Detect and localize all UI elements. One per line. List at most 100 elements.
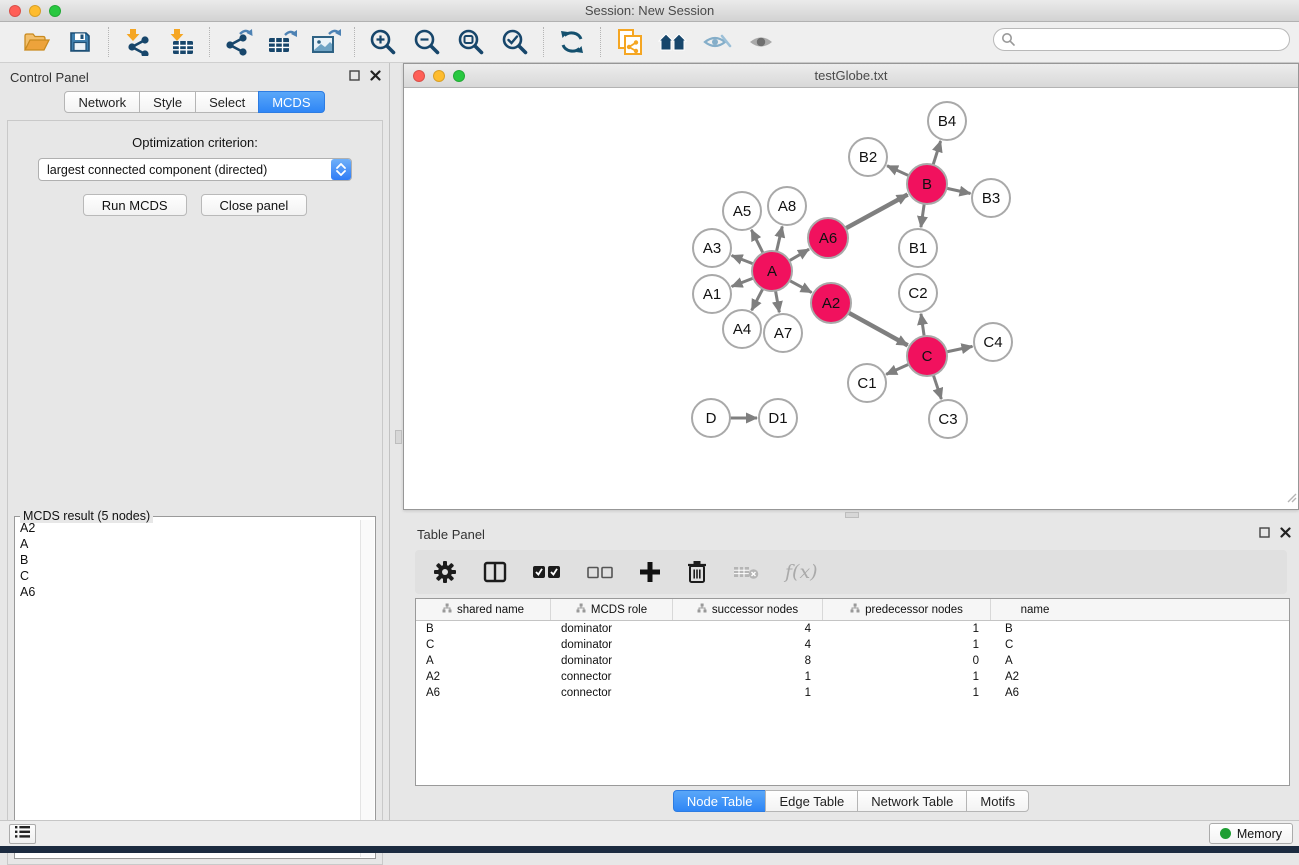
network-zoom-button[interactable] [453,70,465,82]
edge-A-A8[interactable] [776,226,782,251]
tab-network[interactable]: Network [64,91,140,113]
table-row[interactable]: Cdominator41C [416,637,1289,653]
tab-motifs[interactable]: Motifs [966,790,1029,812]
open-folder-icon[interactable] [21,27,51,57]
search-input[interactable] [993,28,1290,51]
edge-B-B4[interactable] [933,141,941,165]
mcds-result-item[interactable]: C [16,568,360,584]
close-panel-button[interactable]: Close panel [201,194,308,216]
close-panel-icon[interactable] [370,70,381,81]
zoom-window-button[interactable] [49,5,61,17]
hide-eye-icon[interactable] [702,27,732,57]
close-table-panel-icon[interactable] [1280,527,1291,538]
edge-C-C3[interactable] [933,375,941,399]
tab-edge-table[interactable]: Edge Table [765,790,858,812]
mcds-result-item[interactable]: A [16,536,360,552]
edge-A-A3[interactable] [732,256,754,264]
split-view-icon[interactable] [483,561,507,583]
edge-A6-B[interactable] [846,195,908,229]
edge-B-B3[interactable] [947,188,971,193]
edge-A-A2[interactable] [790,281,812,293]
column-header-MCDS-role[interactable]: MCDS role [551,599,673,620]
settings-gear-icon[interactable] [433,560,457,584]
node-B[interactable]: B [907,164,947,204]
criterion-dropdown[interactable]: largest connected component (directed) [38,158,352,181]
tab-mcds[interactable]: MCDS [258,91,324,113]
network-from-file-icon[interactable] [614,27,644,57]
tab-network-table[interactable]: Network Table [857,790,967,812]
run-mcds-button[interactable]: Run MCDS [83,194,187,216]
network-window-titlebar[interactable]: testGlobe.txt [404,64,1298,88]
import-network-icon[interactable] [122,27,152,57]
node-A6[interactable]: A6 [808,218,848,258]
column-header-name[interactable]: name [991,599,1079,620]
node-D[interactable]: D [692,399,730,437]
result-scrollbar[interactable] [360,520,374,857]
node-A3[interactable]: A3 [693,229,731,267]
edge-C-C4[interactable] [947,346,973,351]
node-B2[interactable]: B2 [849,138,887,176]
table-row[interactable]: Bdominator41B [416,621,1289,637]
node-A8[interactable]: A8 [768,187,806,225]
export-image-icon[interactable] [311,27,341,57]
home-icon[interactable] [658,27,688,57]
network-canvas[interactable]: AA1A3A5A8A4A7A6A2BB2B4B3B1CC2C4C1C3DD1 [404,88,1298,509]
memory-button[interactable]: Memory [1209,823,1293,844]
node-A[interactable]: A [752,251,792,291]
tab-select[interactable]: Select [195,91,259,113]
mcds-result-item[interactable]: A6 [16,584,360,600]
edge-B-B2[interactable] [887,166,909,176]
edge-A2-C[interactable] [849,313,908,346]
zoom-selected-icon[interactable] [500,27,530,57]
node-D1[interactable]: D1 [759,399,797,437]
resize-grip-icon[interactable] [1286,490,1297,508]
delete-column-icon[interactable] [687,560,707,584]
task-history-button[interactable] [9,824,36,844]
node-B3[interactable]: B3 [972,179,1010,217]
table-row[interactable]: Adominator80A [416,653,1289,669]
import-table-icon[interactable] [166,27,196,57]
network-minimize-button[interactable] [433,70,445,82]
node-C[interactable]: C [907,336,947,376]
add-column-icon[interactable] [639,561,661,583]
node-B4[interactable]: B4 [928,102,966,140]
column-header-predecessor-nodes[interactable]: predecessor nodes [823,599,991,620]
refresh-layout-icon[interactable] [557,27,587,57]
edge-B-B1[interactable] [921,204,924,227]
save-floppy-icon[interactable] [65,27,95,57]
column-header-shared-name[interactable]: shared name [416,599,551,620]
table-row[interactable]: A2connector11A2 [416,669,1289,685]
node-A7[interactable]: A7 [764,314,802,352]
zoom-fit-icon[interactable] [456,27,486,57]
edge-A-A6[interactable] [789,249,809,261]
show-eye-icon[interactable] [746,27,776,57]
float-panel-icon[interactable] [349,70,360,81]
mcds-result-item[interactable]: A2 [16,520,360,536]
float-table-panel-icon[interactable] [1259,527,1270,538]
node-B1[interactable]: B1 [899,229,937,267]
mcds-result-item[interactable]: B [16,552,360,568]
minimize-window-button[interactable] [29,5,41,17]
export-table-icon[interactable] [267,27,297,57]
edge-A-A4[interactable] [752,289,763,311]
column-header-successor-nodes[interactable]: successor nodes [673,599,823,620]
zoom-in-icon[interactable] [368,27,398,57]
node-A4[interactable]: A4 [723,310,761,348]
node-C1[interactable]: C1 [848,364,886,402]
node-C2[interactable]: C2 [899,274,937,312]
edge-A-A7[interactable] [775,291,779,313]
deselect-all-icon[interactable] [587,566,613,579]
node-A2[interactable]: A2 [811,283,851,323]
edge-C-C1[interactable] [886,364,909,374]
edge-A-A5[interactable] [751,230,763,253]
node-A1[interactable]: A1 [693,275,731,313]
tab-style[interactable]: Style [139,91,196,113]
tab-node-table[interactable]: Node Table [673,790,767,812]
select-all-icon[interactable] [533,565,561,579]
table-row[interactable]: A6connector11A6 [416,685,1289,701]
horizontal-splitter-handle[interactable] [845,512,859,518]
vertical-splitter-handle[interactable] [395,430,402,444]
node-C4[interactable]: C4 [974,323,1012,361]
zoom-out-icon[interactable] [412,27,442,57]
edge-C-C2[interactable] [921,314,924,336]
